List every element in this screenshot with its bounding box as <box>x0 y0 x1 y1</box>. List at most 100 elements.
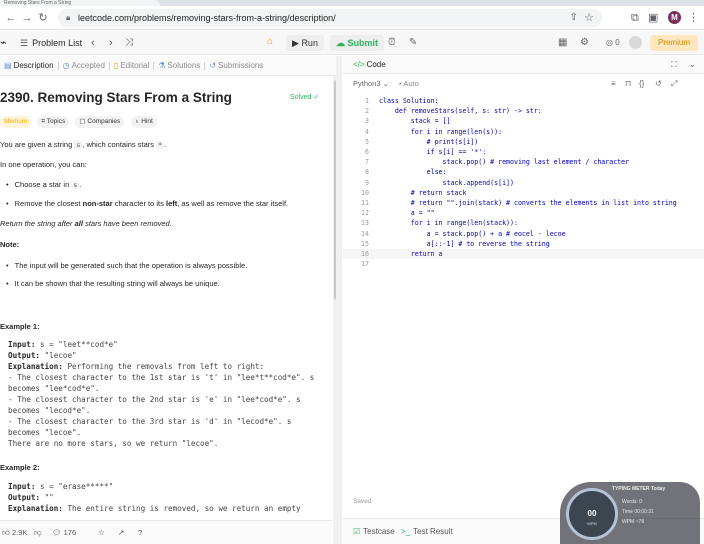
checkbox-icon: ☑ <box>353 527 361 536</box>
submit-button[interactable]: ☁ Submit <box>330 35 385 51</box>
code-line[interactable]: 15 a[::-1] # to reverse the string <box>343 239 704 249</box>
code-line[interactable]: 7 stack.pop() # removing last element / … <box>343 157 704 167</box>
extensions-icon[interactable]: ⧉ <box>631 10 639 26</box>
code-panel: </> Code ⛶ ⌄ Python3 ⌄ ▪ Auto ≡ ⊓ {} ↺ ⤢ … <box>343 56 704 544</box>
description-scrollbar[interactable] <box>333 76 336 544</box>
prev-problem-icon[interactable]: ‹ <box>91 36 95 50</box>
companies-chip[interactable]: ▢ Companies <box>75 116 125 128</box>
share-icon[interactable]: ↗ <box>118 527 124 539</box>
code-line[interactable]: 16 return a <box>343 249 704 259</box>
autocomplete-label: Auto <box>403 79 419 88</box>
sidebar-icon[interactable]: ▣ <box>648 10 658 26</box>
user-avatar[interactable] <box>629 36 642 49</box>
star-icon[interactable]: ☆ <box>98 527 105 539</box>
layout-grid-icon[interactable]: ▦ <box>558 36 567 50</box>
topics-chip[interactable]: ⌗ Topics <box>37 116 70 128</box>
book-icon: ▯ <box>113 61 119 70</box>
tab-testcase[interactable]: ☑ Testcase <box>353 526 395 538</box>
profile-avatar[interactable]: M <box>668 11 681 24</box>
code-line[interactable]: 13 for i in range(len(stack)): <box>343 218 704 228</box>
code-line[interactable]: 1 class Solution: <box>343 96 704 106</box>
code-brackets-icon: </> <box>353 60 365 69</box>
stat-value: 00:00:31 <box>634 509 654 515</box>
coin-counter[interactable]: ◎ 0 <box>606 36 620 50</box>
code-line[interactable]: 3 stack = [] <box>343 116 704 126</box>
next-problem-icon[interactable]: › <box>109 36 113 50</box>
code-text: a = "" <box>379 209 435 218</box>
description-panel: ▤ Description ◷ Accepted ▯ Editorial ⚗ Solution… <box>0 56 342 544</box>
code-line[interactable]: 17 <box>343 259 704 269</box>
code-text: if s[i] == '*': <box>379 148 487 156</box>
back-icon[interactable]: ← <box>4 11 18 25</box>
example-label: Input: <box>8 482 36 491</box>
line-number: 12 <box>361 209 369 218</box>
code-text: stack.append(s[i]) <box>379 178 514 187</box>
code-line[interactable]: 12 a = "" <box>343 208 704 218</box>
notes-icon[interactable]: ✎ <box>409 36 417 50</box>
more-icon[interactable]: ⌄ <box>689 59 696 71</box>
tab-submissions[interactable]: ↺ Submissions <box>205 56 267 76</box>
difficulty-badge: Medium <box>0 116 32 128</box>
premium-button[interactable]: Premium <box>650 35 698 51</box>
braces-icon[interactable]: {} <box>639 78 644 90</box>
testcase-label: Testcase <box>363 527 395 536</box>
leetcode-logo-icon[interactable]: ⌁ <box>0 36 10 50</box>
scrollbar-thumb[interactable] <box>334 80 336 300</box>
address-bar[interactable]: 🔒︎ leetcode.com/problems/removing-stars-… <box>58 9 602 27</box>
dislike-icon[interactable]: 👎︎ <box>34 527 42 539</box>
line-number: 9 <box>365 178 369 187</box>
format-icon[interactable]: ≡ <box>611 78 616 90</box>
tag-icon: ⌗ <box>41 118 46 125</box>
example-label: Explanation: <box>8 362 63 371</box>
code-line[interactable]: 11 # return "".join(stack) # converts th… <box>343 198 704 208</box>
like-button[interactable]: 👍︎ 2.9K <box>2 527 27 539</box>
flask-icon: ⚗ <box>158 61 166 70</box>
tab-test-result[interactable]: >_ Test Result <box>401 526 453 538</box>
line-number: 16 <box>361 250 369 258</box>
shuffle-icon[interactable]: ⤨ <box>125 36 133 50</box>
return-text: Return the string after all stars have b… <box>0 219 172 229</box>
code-line[interactable]: 14 a = stack.pop() + a # eocel - lecoe <box>343 229 704 239</box>
problem-list-button[interactable]: ☰ Problem List <box>20 36 82 50</box>
help-icon[interactable]: ? <box>138 527 142 539</box>
url-text[interactable]: leetcode.com/problems/removing-stars-fro… <box>78 13 336 23</box>
forward-icon[interactable]: → <box>20 11 34 25</box>
fullscreen-icon[interactable]: ⤢ <box>671 78 677 90</box>
reset-icon[interactable]: ↺ <box>655 78 662 90</box>
stat-label: WPM <box>622 519 635 525</box>
run-label: Run <box>301 38 318 48</box>
chevron-down-icon: ⌄ <box>382 79 389 88</box>
bookmark-star-icon[interactable]: ☆ <box>584 11 594 24</box>
hint-chip[interactable]: ♁ Hint <box>130 116 157 128</box>
code-line[interactable]: 8 else: <box>343 167 704 177</box>
tab-description[interactable]: ▤ Description <box>0 56 58 76</box>
bookmark-icon[interactable]: ⊓ <box>625 78 631 90</box>
alarm-icon[interactable]: ⏰︎ <box>388 36 396 50</box>
code-line[interactable]: 6 if s[i] == '*': <box>343 147 704 157</box>
language-select[interactable]: Python3 ⌄ <box>353 79 389 89</box>
tab-accepted[interactable]: ◷ Accepted <box>59 56 109 76</box>
tab-solutions[interactable]: ⚗ Solutions <box>154 56 204 76</box>
code-line[interactable]: 5 # print(s[i]) <box>343 137 704 147</box>
chrome-menu-icon[interactable]: ⋮ <box>688 10 699 26</box>
maximize-icon[interactable]: ⛶ <box>671 59 677 71</box>
comments-button[interactable]: 💬︎ 176 <box>52 527 76 539</box>
home-icon[interactable]: ⌂ <box>267 36 273 47</box>
settings-gear-icon[interactable]: ⚙ <box>580 36 589 50</box>
code-line[interactable]: 10 # return stack <box>343 188 704 198</box>
code-line[interactable]: 2 def removeStars(self, s: str) -> str: <box>343 106 704 116</box>
example-value: s = "leet**cod*e" <box>35 340 118 349</box>
tab-editorial[interactable]: ▯ Editorial <box>110 56 153 76</box>
editor-toolbar: Python3 ⌄ ▪ Auto ≡ ⊓ {} ↺ ⤢ <box>343 76 704 92</box>
example-explanation-line: - The closest character to the 2nd star … <box>8 395 301 404</box>
code-editor[interactable]: 1 class Solution: 2 def removeStars(self, … <box>343 96 704 506</box>
autocomplete-toggle[interactable]: ▪ Auto <box>399 79 419 89</box>
lock-icon[interactable]: 🔒︎ <box>66 13 74 23</box>
share-icon[interactable]: ⇪ <box>570 12 578 23</box>
code-line[interactable]: 4 for i in range(len(s)): <box>343 127 704 137</box>
code-line[interactable]: 9 stack.append(s[i]) <box>343 178 704 188</box>
reload-icon[interactable]: ↻ <box>36 11 50 25</box>
run-button[interactable]: ▶ Run <box>286 35 324 51</box>
line-number: 2 <box>365 107 369 116</box>
lock-icon: ▪ <box>399 79 402 88</box>
